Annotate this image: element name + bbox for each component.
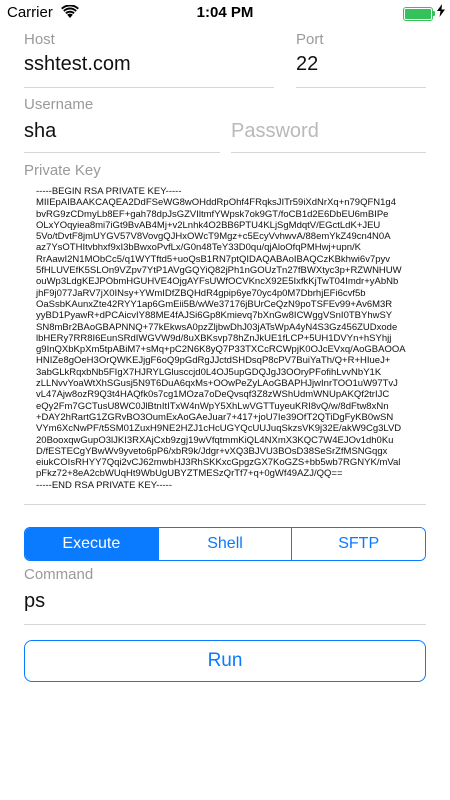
status-bar: Carrier 1:04 PM [0,0,450,26]
private-key-line: VYm6XcNwPF/t5SM01ZuxH9NE2HZJ1cHcUGYQcUUJ… [36,423,402,435]
private-key-line: lbHERy7RR8I6EunSRdIWGVW9d/8uXBKsvp78hZnJ… [36,332,392,344]
private-key-textarea[interactable]: -----BEGIN RSA PRIVATE KEY----- MIIEpAIBA… [36,186,428,491]
private-key-line: ouWp3LdgKEJPObmHGUHVE4OjgAYFsUWfOCVKncX9… [36,276,399,288]
private-key-line: 5fHLUVEfK5SLOn9VZpv7YtP1AVgGQYiQ82jPh1nG… [36,265,402,277]
username-field[interactable]: sha [24,120,56,143]
private-key-line: +DAY2hRartG1ZGRvBO3OumExAoGAeJuar7+417+j… [36,411,394,423]
port-field[interactable]: 22 [296,53,318,76]
private-key-label: Private Key [24,162,101,179]
host-divider [24,87,274,88]
battery-level [405,9,431,19]
charging-bolt-icon [437,4,445,20]
private-key-divider [24,504,426,505]
private-key-line: HNIZe8gOeH3OrQWKEJjgF6oQ9pGdRgJJctdSHDsq… [36,355,391,367]
private-key-line: az7YsOTHItvbhxf9xI3bBwxoPvfLx/G0n48TeY33… [36,242,362,254]
private-key-line: -----END RSA PRIVATE KEY----- [36,479,172,491]
private-key-line: bvRG9zCDmyLb8EF+gah78dpJsGZVIltmfYWpsk7o… [36,208,389,220]
host-field[interactable]: sshtest.com [24,53,131,76]
command-divider [24,624,426,625]
mode-segmented-control: Execute Shell SFTP [24,527,426,561]
username-label: Username [24,96,94,113]
private-key-line: g9InQXbKpXm5tpABiM7+sMq+pC2N6K8yQ7P33TXC… [36,344,406,356]
command-field[interactable]: ps [24,590,45,613]
private-key-line: OLxYOqyiea8mi7iGt9BvAB4Mj+v2Lnhk4O2BB6PT… [36,219,381,231]
command-label: Command [24,566,94,583]
private-key-line: yyBD1PyawR+dPCAicvIY88ME4fAJSi6Gp8Kmievq… [36,310,393,322]
password-field[interactable]: Password [231,120,319,143]
private-key-line: OaSsbKAunxZte42RYY1ap6GmEii5B/wWe37176jB… [36,298,393,310]
password-divider [231,152,426,153]
segment-execute[interactable]: Execute [25,528,158,560]
clock: 1:04 PM [196,4,254,21]
run-button[interactable]: Run [24,640,426,682]
private-key-line: jhF9j077JaRV7jX0INsy+YWmIDfZBQHdR4gpip6y… [36,287,366,299]
private-key-line: -----BEGIN RSA PRIVATE KEY----- [36,186,182,197]
private-key-line: 3abGLkRqxbNb5FIgX7HJRYLGlusccjd0L4OJ5upG… [36,366,382,378]
private-key-line: SN8mBr2BAoGBAPNNQ+77kEkwsA0pzZljbwDhJ03j… [36,321,398,333]
private-key-line: zLLNvvYoaWtXhSGusj5N9T6DuA6qxMs+OOwPeZyL… [36,378,398,390]
private-key-line: MIIEpAIBAAKCAQEA2DdFSeWG8wOHddRpOhf4FRqk… [36,197,396,209]
private-key-line: eiukCOIsRHYY7Qqi2vCJ62mwbHJ3RhSKKxcGpgzG… [36,457,401,469]
segment-shell[interactable]: Shell [157,528,292,560]
private-key-line: D/fESTECgYBwWv9yveto6pP6/xbR9k/Jdgr+vXQ3… [36,445,388,457]
host-label: Host [24,31,55,48]
private-key-line: eQy2Fm7GCTusU8WC0JlBtnItITxW4nWpY5XhLwVG… [36,400,389,412]
username-divider [24,152,220,153]
private-key-line: 5Vo/tDvtF8jmUYGV57V8VovgQJHxOWcT9Mgz+c5E… [36,231,391,243]
segment-sftp[interactable]: SFTP [291,528,425,560]
private-key-line: RrAawI2N1MObCc5/q1WYTftd5+uoQsB1RN7ptQID… [36,253,391,265]
port-divider [296,87,426,88]
battery-icon [403,7,435,21]
private-key-line: 20BooxqwGupO3lJKI3RXAjCxb9zgj19wVfqtmmKi… [36,434,394,446]
private-key-line: pFkz72+8eA2cbWUqHt9WbUgUBYZTMESzQrTf7+q+… [36,468,343,480]
port-label: Port [296,31,324,48]
private-key-line: vL47Ajw8ozR9Q3t4HAQfk0s7cg1MOza7oDeQvsqf… [36,389,390,401]
battery-tip [433,11,435,16]
